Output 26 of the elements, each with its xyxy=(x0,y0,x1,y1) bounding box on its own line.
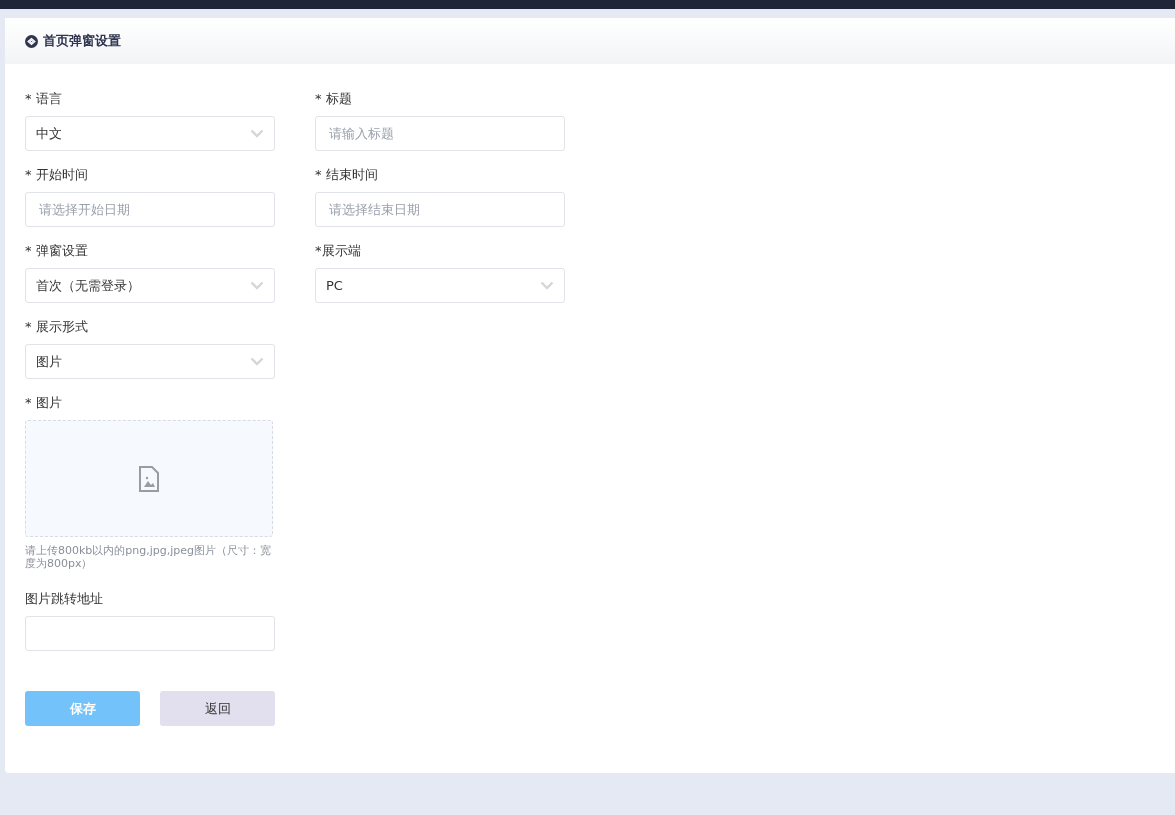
input-field[interactable] xyxy=(25,616,275,651)
field-label: *展示端 xyxy=(315,242,362,260)
input-field[interactable]: 请选择结束日期 xyxy=(315,192,565,227)
input-field[interactable]: 请输入标题 xyxy=(315,116,565,151)
field-label: * 结束时间 xyxy=(315,166,379,184)
field-label: * 开始时间 xyxy=(25,166,89,184)
select-field[interactable]: 中文 xyxy=(25,116,275,151)
field-label: * 弹窗设置 xyxy=(25,242,89,260)
field-label: * 展示形式 xyxy=(25,318,89,336)
chevron-down-icon xyxy=(250,281,264,290)
upload-hint: 请上传800kb以内的png,jpg,jpeg图片（尺寸：宽度为800px） xyxy=(25,544,273,570)
select-field[interactable]: PC xyxy=(315,268,565,303)
chevron-down-icon xyxy=(540,281,554,290)
upload-area[interactable] xyxy=(25,420,273,537)
chevron-down-icon xyxy=(250,129,264,138)
input-field[interactable]: 请选择开始日期 xyxy=(25,192,275,227)
field-label: 图片跳转地址 xyxy=(25,590,104,608)
card-title: 首页弹窗设置 xyxy=(43,32,121,50)
select-field[interactable]: 图片 xyxy=(25,344,275,379)
field-label: * 图片 xyxy=(25,394,63,412)
image-file-icon xyxy=(138,465,160,492)
select-field[interactable]: 首次（无需登录） xyxy=(25,268,275,303)
field-label: * 标题 xyxy=(315,90,353,108)
field-label: * 语言 xyxy=(25,90,63,108)
chevron-down-icon xyxy=(250,357,264,366)
form-button[interactable]: 返回 xyxy=(160,691,275,726)
